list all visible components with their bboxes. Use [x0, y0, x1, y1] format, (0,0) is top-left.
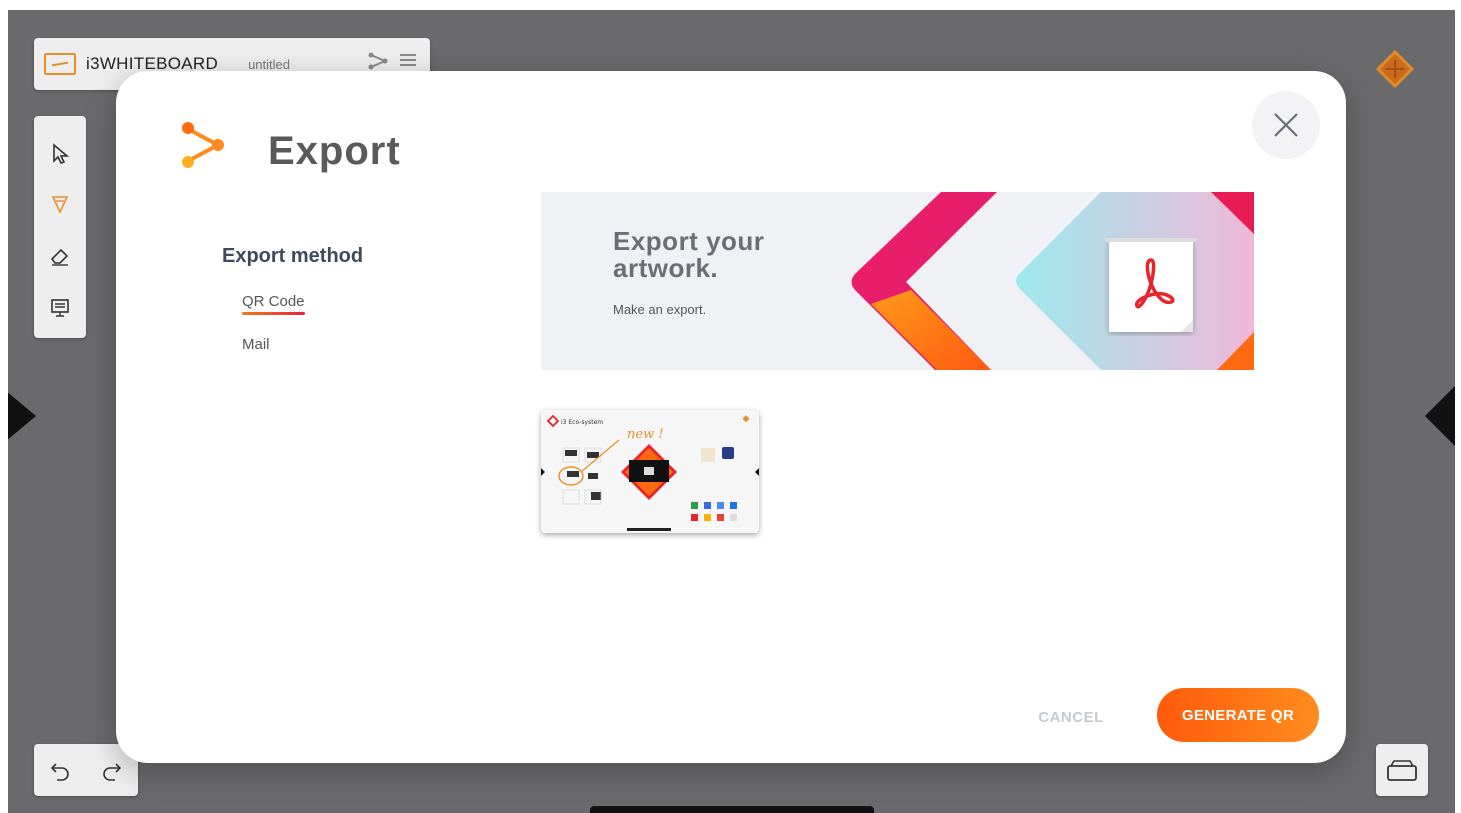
select-tool-button[interactable] [34, 128, 86, 180]
export-share-icon [182, 122, 224, 168]
artwork-thumbnail[interactable]: i3 Eco-system new ! [541, 410, 759, 533]
thumbnail-heading: i3 Eco-system [561, 419, 603, 426]
export-dialog: Export Export method QR Code Mail Export… [116, 71, 1346, 763]
i3-brand-logo-icon [1375, 49, 1415, 89]
bottom-handle[interactable] [590, 806, 874, 813]
export-method-heading: Export method [222, 245, 364, 267]
banner-subtitle: Make an export. [613, 302, 707, 317]
dialog-title: Export [268, 129, 401, 173]
pen-icon [51, 196, 69, 214]
document-name[interactable]: untitled [248, 57, 290, 72]
acrobat-pdf-icon [1105, 238, 1197, 332]
close-button[interactable] [1252, 91, 1320, 159]
presentation-screen-icon [51, 299, 69, 317]
eraser-icon [50, 248, 69, 266]
method-tab-mail[interactable]: Mail [242, 336, 270, 353]
right-panel-handle[interactable] [1425, 386, 1455, 446]
export-banner: Export your artwork. Make an export. [541, 192, 1254, 370]
thumbnail-preview: i3 Eco-system new ! [541, 410, 759, 533]
banner-title: Export your artwork. [613, 226, 765, 283]
hamburger-menu-icon[interactable] [400, 51, 416, 72]
thumbnail-annotation: new ! [627, 427, 664, 442]
whiteboard-logo-icon [44, 53, 76, 75]
cancel-button[interactable]: CANCEL [1016, 691, 1126, 743]
method-tab-qr-code[interactable]: QR Code [242, 293, 305, 315]
undo-redo-group [34, 744, 138, 796]
close-x-icon [1274, 113, 1298, 137]
pen-tool-button[interactable] [34, 178, 86, 230]
generate-qr-button[interactable]: GENERATE QR [1157, 688, 1319, 742]
undo-icon[interactable] [49, 759, 71, 781]
layers-icon [1387, 760, 1417, 781]
eraser-tool-button[interactable] [34, 230, 86, 282]
redo-icon[interactable] [101, 759, 123, 781]
layers-button[interactable] [1376, 744, 1428, 796]
cursor-arrow-icon [53, 143, 70, 164]
left-panel-handle[interactable] [8, 386, 36, 446]
tool-palette [34, 116, 86, 338]
present-tool-button[interactable] [34, 282, 86, 334]
